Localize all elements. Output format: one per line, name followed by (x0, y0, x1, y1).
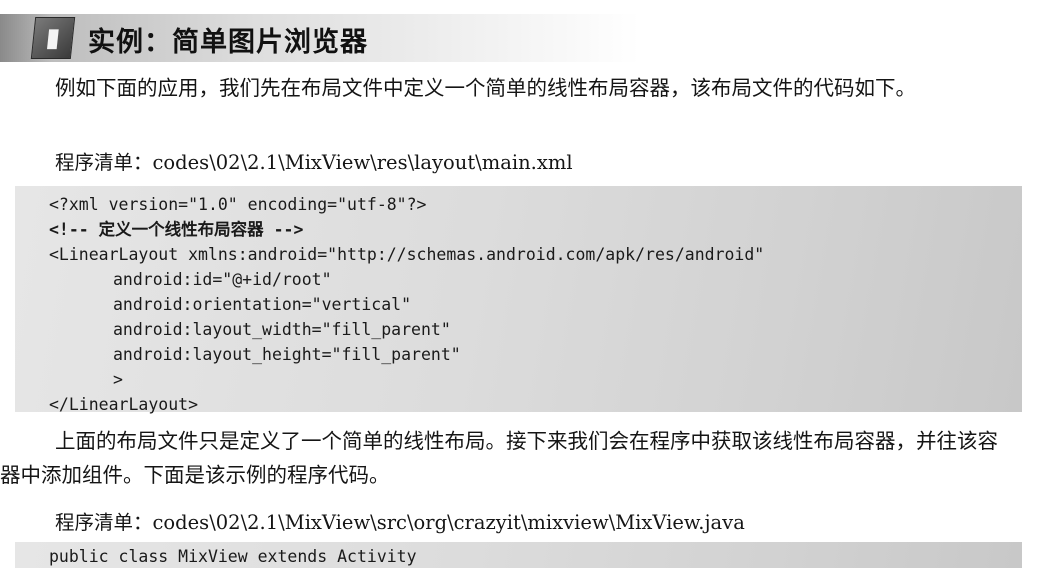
code-line: android:layout_height="fill_parent" (113, 345, 461, 364)
code-line: android:id="@+id/root" (113, 270, 332, 289)
code-line: public class MixView extends Activity (49, 547, 417, 566)
code-line: <?xml version="1.0" encoding="utf-8"?> (49, 195, 427, 214)
book-icon: ▮ (30, 17, 76, 59)
code-line: android:layout_width="fill_parent" (113, 320, 451, 339)
listing-caption-xml: 程序清单：codes\02\2.1\MixView\res\layout\mai… (55, 151, 573, 174)
code-block-java: public class MixView extends Activity (15, 542, 1022, 568)
code-line: <LinearLayout xmlns:android="http://sche… (49, 245, 765, 264)
code-line: </LinearLayout> (49, 395, 199, 414)
explanation-paragraph: 上面的布局文件只是定义了一个简单的线性布局。接下来我们会在程序中获取该线性布局容… (0, 429, 998, 487)
code-line: > (113, 370, 123, 389)
code-block-xml: <?xml version="1.0" encoding="utf-8"?> <… (15, 186, 1022, 414)
section-title: 实例：简单图片浏览器 (88, 27, 368, 58)
code-line: android:orientation="vertical" (113, 295, 412, 314)
intro-paragraph: 例如下面的应用，我们先在布局文件中定义一个简单的线性布局容器，该布局文件的代码如… (55, 76, 916, 100)
listing-caption-java: 程序清单：codes\02\2.1\MixView\src\org\crazyi… (55, 511, 745, 534)
code-line: <!-- 定义一个线性布局容器 --> (49, 220, 304, 239)
